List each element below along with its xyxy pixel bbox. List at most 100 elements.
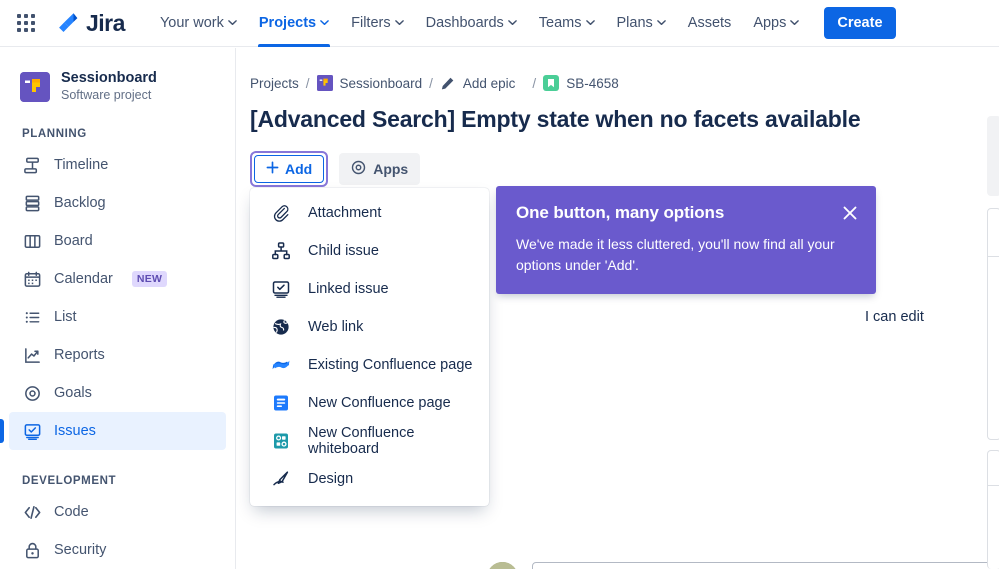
divider <box>988 256 999 257</box>
nav-item-your-work[interactable]: Your work <box>149 0 248 47</box>
jira-logo[interactable]: Jira <box>54 10 125 37</box>
breadcrumb-item-issue-key[interactable]: SB-4658 <box>566 76 619 91</box>
tooltip-body: We've made it less cluttered, you'll now… <box>516 236 835 273</box>
right-secondary-card-sliver <box>987 450 999 569</box>
onboarding-spotlight-tooltip: One button, many options We've made it l… <box>496 186 876 294</box>
breadcrumb: Projects / Sessionboard / Add epic / SB-… <box>237 48 999 91</box>
sidebar-item-label: Timeline <box>54 157 109 173</box>
add-comment-row <box>487 562 999 569</box>
linked-issue-icon <box>270 278 292 300</box>
breadcrumb-item-projects[interactable]: Projects <box>250 76 299 91</box>
project-header-text: Sessionboard Software project <box>61 70 157 103</box>
globe-icon <box>270 316 292 338</box>
sidebar-item-security[interactable]: Security <box>9 531 226 569</box>
nav-item-label: Filters <box>351 15 391 31</box>
sidebar-item-reports[interactable]: Reports <box>9 336 226 374</box>
sidebar-item-calendar[interactable]: Calendar NEW <box>9 260 226 298</box>
sidebar-item-list[interactable]: List <box>9 298 226 336</box>
pencil-icon <box>440 75 456 91</box>
right-panel-sliver <box>987 116 999 196</box>
menu-item-label: Web link <box>308 319 364 335</box>
nav-item-dashboards[interactable]: Dashboards <box>415 0 528 47</box>
project-header[interactable]: Sessionboard Software project <box>0 48 235 103</box>
menu-item-child-issue[interactable]: Child issue <box>250 232 489 270</box>
nav-item-plans[interactable]: Plans <box>606 0 677 47</box>
nav-item-assets[interactable]: Assets <box>677 0 743 47</box>
section-label-development: DEVELOPMENT <box>22 475 117 487</box>
avatar[interactable] <box>487 562 518 569</box>
create-button[interactable]: Create <box>824 7 896 39</box>
chevron-down-icon <box>228 18 237 27</box>
add-button[interactable]: Add <box>254 155 325 183</box>
close-icon[interactable] <box>840 203 860 223</box>
sidebar-planning-list: Timeline Backlog Board Calendar NEW List… <box>0 146 235 450</box>
menu-item-label: Attachment <box>308 205 382 221</box>
top-navigation-bar: Jira Your work Projects Filters Dashboar… <box>0 0 999 47</box>
nav-item-filters[interactable]: Filters <box>340 0 414 47</box>
project-sidebar: Sessionboard Software project PLANNING T… <box>0 48 236 569</box>
project-type: Software project <box>61 88 152 102</box>
menu-item-attachment[interactable]: Attachment <box>250 194 489 232</box>
add-comment-input[interactable] <box>532 562 999 569</box>
chevron-down-icon <box>394 18 404 27</box>
section-label-planning: PLANNING <box>22 128 87 140</box>
right-details-card-sliver <box>987 208 999 440</box>
menu-item-label: New Confluence whiteboard <box>308 425 415 457</box>
divider <box>988 485 999 486</box>
menu-item-existing-confluence-page[interactable]: Existing Confluence page <box>250 346 489 384</box>
sidebar-item-label: Calendar <box>54 271 113 287</box>
sidebar-item-board[interactable]: Board <box>9 222 226 260</box>
sidebar-item-label: Goals <box>54 385 92 401</box>
apps-button-label: Apps <box>373 161 409 177</box>
plus-icon <box>266 161 279 177</box>
breadcrumb-item-sessionboard[interactable]: Sessionboard <box>340 76 423 91</box>
sidebar-item-backlog[interactable]: Backlog <box>9 184 226 222</box>
nav-item-teams[interactable]: Teams <box>528 0 606 47</box>
sidebar-item-goals[interactable]: Goals <box>9 374 226 412</box>
chevron-down-icon <box>585 18 595 27</box>
security-lock-icon <box>22 540 42 560</box>
page-title: [Advanced Search] Empty state when no fa… <box>250 106 861 132</box>
menu-item-label: New Confluence page <box>308 395 451 411</box>
sidebar-item-label: Reports <box>54 347 105 363</box>
menu-item-web-link[interactable]: Web link <box>250 308 489 346</box>
story-icon <box>543 75 560 91</box>
tooltip-title: One button, many options <box>516 203 725 222</box>
confluence-whiteboard-icon <box>270 430 292 452</box>
menu-item-new-confluence-page[interactable]: New Confluence page <box>250 384 489 422</box>
sidebar-item-issues[interactable]: Issues <box>0 412 226 450</box>
sidebar-item-code[interactable]: Code <box>9 493 226 531</box>
list-icon <box>22 307 42 327</box>
menu-item-label: Linked issue <box>308 281 389 297</box>
menu-item-design[interactable]: Design <box>250 460 489 498</box>
issue-action-row: Add Apps <box>237 133 999 187</box>
jira-logo-icon <box>54 10 80 36</box>
chevron-down-icon <box>320 18 329 27</box>
app-switcher-icon[interactable] <box>14 11 38 35</box>
sidebar-item-label: Code <box>54 504 89 520</box>
status-badge-new: NEW <box>131 271 168 287</box>
reports-icon <box>22 345 42 365</box>
background-text-fragment: I can edit <box>865 309 924 325</box>
nav-item-label: Your work <box>159 15 224 31</box>
nav-item-label: Apps <box>753 15 787 31</box>
apps-target-icon <box>351 160 366 178</box>
nav-item-label: Teams <box>538 15 582 31</box>
goals-icon <box>22 383 42 403</box>
sidebar-item-label: List <box>54 309 77 325</box>
menu-item-new-confluence-whiteboard[interactable]: New Confluence whiteboard <box>250 422 489 460</box>
breadcrumb-item-add-epic[interactable]: Add epic <box>463 76 516 91</box>
chevron-down-icon <box>656 18 666 27</box>
sidebar-item-timeline[interactable]: Timeline <box>9 146 226 184</box>
nav-item-apps[interactable]: Apps <box>742 0 810 47</box>
breadcrumb-separator: / <box>532 75 537 91</box>
add-button-focus-ring: Add <box>250 151 329 187</box>
apps-button[interactable]: Apps <box>339 153 421 185</box>
jira-issue-page: Jira Your work Projects Filters Dashboar… <box>0 0 999 569</box>
menu-item-linked-issue[interactable]: Linked issue <box>250 270 489 308</box>
nav-item-projects[interactable]: Projects <box>248 0 340 47</box>
jira-logo-text: Jira <box>86 9 125 36</box>
sidebar-item-label: Backlog <box>54 195 106 211</box>
board-icon <box>22 231 42 251</box>
design-pen-icon <box>270 468 292 490</box>
